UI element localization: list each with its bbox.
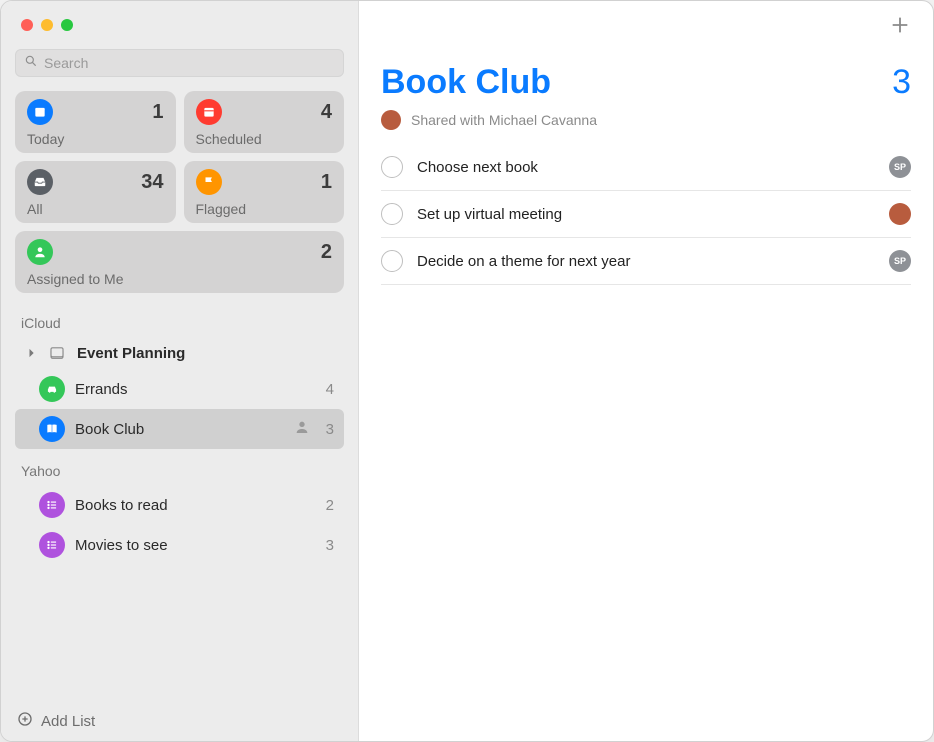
plus-icon	[889, 23, 911, 40]
flag-icon	[196, 169, 222, 195]
minimize-window-button[interactable]	[41, 19, 53, 31]
complete-toggle[interactable]	[381, 250, 403, 272]
search-input[interactable]	[44, 55, 335, 71]
smart-list-count: 1	[321, 171, 332, 194]
smart-list-flagged[interactable]: 1 Flagged	[184, 161, 345, 223]
list-bullet-icon	[39, 492, 65, 518]
smart-list-label: Today	[27, 131, 164, 147]
reminder-row[interactable]: Set up virtual meeting	[381, 191, 911, 238]
list-total-count: 3	[892, 63, 911, 102]
calendar-icon	[196, 99, 222, 125]
reminder-row[interactable]: Decide on a theme for next year SP	[381, 238, 911, 285]
assignee-badge: SP	[889, 156, 911, 178]
list-bullet-icon	[39, 532, 65, 558]
list-count: 3	[326, 537, 334, 554]
list-title: Book Club	[381, 63, 551, 102]
complete-toggle[interactable]	[381, 203, 403, 225]
add-list-button[interactable]: Add List	[17, 711, 95, 731]
toolbar	[359, 1, 933, 53]
close-window-button[interactable]	[21, 19, 33, 31]
list-name: Books to read	[75, 497, 316, 514]
car-icon	[39, 376, 65, 402]
reminder-title[interactable]: Set up virtual meeting	[417, 206, 875, 223]
smart-list-count: 4	[321, 101, 332, 124]
shared-with-row[interactable]: Shared with Michael Cavanna	[359, 106, 933, 144]
sidebar-list-book-club[interactable]: Book Club 3	[15, 409, 344, 449]
smart-list-label: Assigned to Me	[27, 271, 332, 287]
shared-with-label: Shared with Michael Cavanna	[411, 112, 597, 128]
smart-list-label: All	[27, 201, 164, 217]
sidebar-list-movies-to-see[interactable]: Movies to see 3	[15, 525, 344, 565]
list-name: Errands	[75, 381, 316, 398]
assignee-avatar	[889, 203, 911, 225]
smart-list-label: Flagged	[196, 201, 333, 217]
chevron-right-icon	[27, 345, 39, 362]
smart-list-count: 1	[152, 101, 163, 124]
app-window: 1 Today 4 Scheduled 34	[0, 0, 934, 742]
sidebar: 1 Today 4 Scheduled 34	[1, 1, 359, 741]
smart-list-today[interactable]: 1 Today	[15, 91, 176, 153]
smart-list-count: 34	[141, 171, 163, 194]
list-count: 2	[326, 497, 334, 514]
smart-list-assigned[interactable]: 2 Assigned to Me	[15, 231, 344, 293]
list-count: 3	[326, 421, 334, 438]
assignee-badge: SP	[889, 250, 911, 272]
smart-list-label: Scheduled	[196, 131, 333, 147]
smart-list-count: 2	[321, 241, 332, 264]
sidebar-list-books-to-read[interactable]: Books to read 2	[15, 485, 344, 525]
smart-list-all[interactable]: 34 All	[15, 161, 176, 223]
book-icon	[39, 416, 65, 442]
add-list-label: Add List	[41, 713, 95, 730]
folder-icon	[47, 344, 67, 362]
reminder-title[interactable]: Decide on a theme for next year	[417, 253, 875, 270]
reminder-title[interactable]: Choose next book	[417, 159, 875, 176]
main-content: Book Club 3 Shared with Michael Cavanna …	[359, 1, 933, 741]
sidebar-list-errands[interactable]: Errands 4	[15, 369, 344, 409]
search-field[interactable]	[15, 49, 344, 77]
zoom-window-button[interactable]	[61, 19, 73, 31]
reminder-row[interactable]: Choose next book SP	[381, 144, 911, 191]
new-reminder-button[interactable]	[889, 14, 911, 41]
plus-circle-icon	[17, 711, 33, 731]
list-count: 4	[326, 381, 334, 398]
folder-name: Event Planning	[77, 345, 334, 362]
list-name: Movies to see	[75, 537, 316, 554]
account-header-yahoo: Yahoo	[15, 449, 344, 485]
smart-list-scheduled[interactable]: 4 Scheduled	[184, 91, 345, 153]
search-icon	[24, 54, 38, 73]
list-name: Book Club	[75, 421, 284, 438]
list-header: Book Club 3	[359, 53, 933, 106]
contact-avatar	[381, 110, 401, 130]
window-controls	[21, 19, 73, 31]
person-icon	[27, 239, 53, 265]
shared-indicator-icon	[294, 419, 310, 439]
complete-toggle[interactable]	[381, 156, 403, 178]
smart-lists: 1 Today 4 Scheduled 34	[15, 91, 344, 293]
folder-event-planning[interactable]: Event Planning	[15, 337, 344, 369]
calendar-today-icon	[27, 99, 53, 125]
reminders-list: Choose next book SP Set up virtual meeti…	[359, 144, 933, 285]
tray-icon	[27, 169, 53, 195]
account-header-icloud: iCloud	[15, 301, 344, 337]
